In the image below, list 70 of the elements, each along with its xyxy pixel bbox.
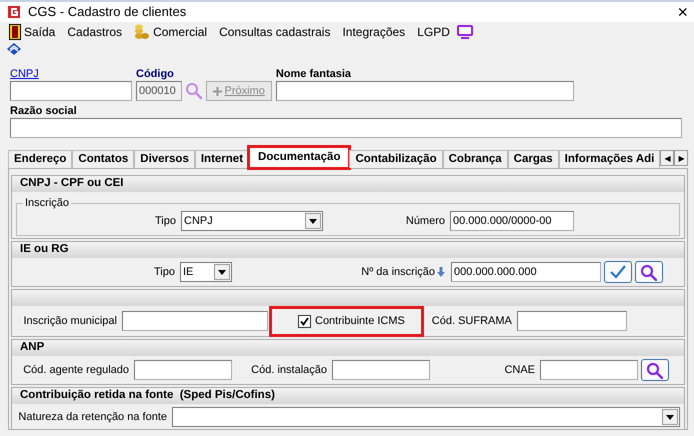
tab[interactable]: Internet (194, 150, 250, 168)
menu-item[interactable]: Comercial (129, 24, 212, 40)
close-button[interactable]: × (677, 3, 688, 21)
field-label: Cód. agente regulado (22, 364, 130, 377)
tab[interactable]: Contabilização (349, 150, 443, 168)
installation-code-field[interactable] (332, 360, 430, 380)
section-header: ANP (12, 340, 684, 356)
field-label: Tipo (154, 214, 177, 228)
municipal-field[interactable] (122, 311, 268, 332)
type-dropdown[interactable]: IE (180, 262, 232, 282)
menu-item[interactable]: Integrações (337, 24, 410, 40)
cnae-field[interactable] (540, 360, 638, 380)
checkmark-icon (300, 316, 309, 326)
registration-field[interactable]: 000.000.000.000 (451, 262, 601, 282)
field-label: Tipo (153, 266, 176, 279)
tab[interactable]: Diversos (134, 150, 195, 168)
field-label: Nº da inscrição (360, 266, 436, 279)
withholding-dropdown[interactable] (172, 407, 680, 428)
down-arrow-icon (437, 267, 445, 278)
section-header: Contribuição retida na fonte (Sped Pis/Cofins) (12, 388, 684, 404)
field-label: Nome fantasia (276, 68, 352, 82)
checkbox[interactable] (298, 314, 311, 328)
group-label: Inscrição (23, 198, 72, 210)
field-label: Natureza da retenção na fonte (17, 410, 168, 424)
menu-item[interactable]: Saída (4, 24, 60, 40)
search-button[interactable] (634, 261, 662, 284)
caret-icon (666, 414, 674, 420)
window-title: CGS - Cadastro de clientes (28, 4, 188, 20)
field-label: Número (404, 214, 446, 228)
plus-icon (212, 86, 222, 96)
agent-code-field[interactable] (134, 360, 232, 380)
diamond-arrows-icon (6, 42, 22, 56)
cnpj-field[interactable] (10, 81, 132, 102)
checkbox-highlight-frame[interactable]: Contribuinte ICMS (272, 308, 421, 334)
door-icon (9, 24, 21, 40)
menu-item[interactable]: Cadastros (62, 24, 128, 40)
field-label: CNAE (503, 364, 536, 377)
caret-icon (218, 270, 226, 275)
search-icon (184, 82, 203, 100)
field-label: Cód. SUFRAMA (430, 314, 513, 328)
cnpj-link[interactable]: CNPJ (10, 68, 132, 82)
tab[interactable]: Informações Adi (558, 150, 660, 168)
suframa-field[interactable] (516, 311, 627, 332)
tab[interactable]: Contatos (72, 150, 134, 168)
type-dropdown[interactable]: CNPJ (181, 211, 323, 232)
scroll-button[interactable]: ▶ (674, 150, 688, 166)
tab[interactable]: Documentação (249, 146, 350, 168)
field-label: Código (136, 68, 175, 82)
confirm-button[interactable] (604, 261, 632, 284)
field-label: Razão social (10, 105, 78, 118)
field-label: Cód. instalação (250, 364, 328, 377)
search-icon (640, 264, 657, 281)
tab[interactable]: Endereço (8, 150, 72, 168)
coins-icon (134, 24, 150, 40)
caret-icon (309, 218, 317, 224)
checkmark-icon (610, 265, 626, 280)
section-header: IE ou RG (12, 242, 684, 258)
field-label: Inscrição municipal (22, 314, 118, 328)
search-icon (646, 362, 664, 379)
section-header: CNPJ - CPF ou CEI (12, 176, 684, 192)
monitor-icon (456, 25, 473, 39)
tab[interactable]: Cobrança (442, 150, 508, 168)
company-name-field[interactable] (10, 118, 682, 138)
scroll-button[interactable]: ◀ (660, 150, 674, 166)
name-field[interactable] (276, 81, 574, 102)
menu-item[interactable]: Consultas cadastrais (214, 24, 336, 40)
menu-item[interactable]: LGPD (412, 24, 455, 40)
search-button[interactable] (640, 359, 669, 382)
tab[interactable]: Cargas (508, 150, 559, 168)
number-field[interactable]: 00.000.000/0000-00 (450, 211, 574, 232)
